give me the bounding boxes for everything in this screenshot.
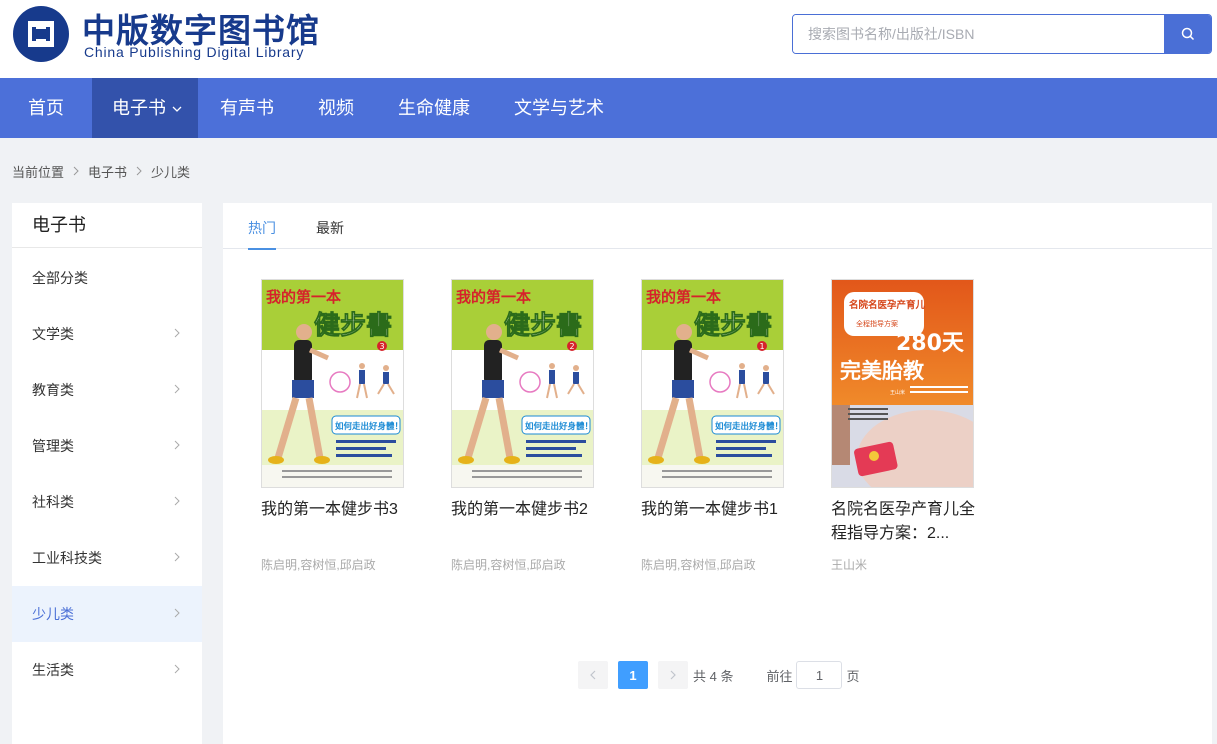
sidebar-item-label: 生活类	[32, 662, 74, 678]
sidebar-item-label: 社科类	[32, 494, 74, 510]
cover-badge: 3	[380, 342, 385, 351]
cover-main-text: 完美胎教	[840, 359, 925, 383]
search-input[interactable]	[793, 15, 1165, 53]
tab-latest[interactable]: 最新	[316, 203, 344, 249]
book-card[interactable]: 我的第一本 健步書 2 如何走出好身體！ 我的第一本健步书2 陈启明,容树恒,邱…	[451, 279, 601, 573]
nav-item-health[interactable]: 生命健康	[398, 78, 470, 138]
sidebar-item-label: 管理类	[32, 438, 74, 454]
sidebar-item-label: 教育类	[32, 382, 74, 398]
sidebar-item-all[interactable]: 全部分类	[12, 250, 202, 306]
cover-badge-text: 全程指导方案	[856, 319, 898, 328]
breadcrumb-label: 当前位置	[12, 164, 65, 180]
sidebar-item-label: 少儿类	[32, 606, 74, 622]
sidebar-item-literature[interactable]: 文学类	[12, 306, 202, 362]
sidebar-item-children[interactable]: 少儿类	[12, 586, 202, 642]
cover-top-text: 我的第一本	[646, 288, 721, 306]
book-title[interactable]: 名院名医孕产育儿全程指导方案：2...	[831, 498, 976, 546]
cover-top-text: 我的第一本	[266, 288, 341, 306]
chevron-right-icon	[136, 166, 142, 176]
nav-item-home[interactable]: 首页	[0, 78, 92, 138]
sidebar-item-education[interactable]: 教育类	[12, 362, 202, 418]
library-logo-icon[interactable]	[12, 5, 70, 63]
book-title[interactable]: 我的第一本健步书1	[641, 498, 786, 546]
logo-subtitle: China Publishing Digital Library	[84, 44, 305, 60]
chevron-right-icon	[174, 440, 180, 450]
book-title[interactable]: 我的第一本健步书2	[451, 498, 596, 546]
cover-top-text: 我的第一本	[456, 288, 531, 306]
breadcrumb: 当前位置 电子书 少儿类	[12, 162, 190, 180]
nav-item-audiobooks[interactable]: 有声书	[220, 78, 274, 138]
site-header: 中版数字图书馆 China Publishing Digital Library	[0, 0, 1217, 78]
next-page-button[interactable]	[658, 661, 688, 689]
chevron-right-icon	[174, 496, 180, 506]
breadcrumb-ebooks[interactable]: 电子书	[88, 162, 127, 181]
search-button[interactable]	[1164, 15, 1211, 53]
search-icon	[1181, 27, 1194, 41]
sidebar-title: 电子书	[12, 203, 202, 248]
book-cover[interactable]: 我的第一本 健步書 3 如何走出好身體！	[261, 279, 404, 488]
chevron-right-icon	[174, 608, 180, 618]
cover-badge: 1	[760, 342, 765, 351]
book-cover[interactable]: 名院名医孕产育儿 全程指导方案 280天 完美胎教 王山米	[831, 279, 974, 488]
tab-hot[interactable]: 热门	[248, 203, 276, 250]
nav-item-ebooks[interactable]: 电子书	[92, 78, 198, 138]
chevron-right-icon	[174, 384, 180, 394]
cover-main-number: 280天	[896, 331, 965, 356]
chevron-right-icon	[670, 670, 676, 680]
book-cover[interactable]: 我的第一本 健步書 2 如何走出好身體！	[451, 279, 594, 488]
cover-badge: 2	[570, 342, 575, 351]
sidebar-item-label: 全部分类	[32, 270, 88, 286]
sidebar-item-industry-tech[interactable]: 工业科技类	[12, 530, 202, 586]
book-author: 王山米	[831, 558, 868, 572]
page-number-current[interactable]: 1	[618, 661, 648, 689]
cover-sub-text: 如何走出好身體！	[525, 421, 593, 432]
nav-item-video[interactable]: 视频	[318, 78, 354, 138]
chevron-left-icon	[590, 670, 596, 680]
sidebar-item-label: 文学类	[32, 326, 74, 342]
book-cover[interactable]: 我的第一本 健步書 1 如何走出好身體！	[641, 279, 784, 488]
cover-sub-text: 如何走出好身體！	[335, 421, 403, 432]
breadcrumb-children: 少儿类	[151, 164, 191, 180]
pagination: 1 共 4 条 前往 页	[578, 661, 860, 689]
total-count: 共 4 条	[693, 668, 734, 684]
chevron-right-icon	[73, 166, 79, 176]
book-author: 陈启明,容树恒,邱启政	[261, 558, 376, 572]
book-author: 陈启明,容树恒,邱启政	[451, 558, 566, 572]
cover-author: 王山米	[890, 389, 905, 396]
cover-main-text: 健步書	[504, 310, 582, 341]
book-card[interactable]: 我的第一本 健步書 1 如何走出好身體！ 我的第一本健步书1 陈启明,容树恒,邱…	[641, 279, 791, 573]
sidebar-item-lifestyle[interactable]: 生活类	[12, 642, 202, 698]
chevron-right-icon	[174, 552, 180, 562]
cover-main-text: 健步書	[694, 310, 772, 341]
goto-page-input[interactable]	[796, 661, 843, 689]
nav-item-label: 电子书	[112, 98, 166, 118]
sidebar-item-label: 工业科技类	[32, 550, 102, 566]
cover-top-text: 名院名医孕产育儿	[849, 299, 926, 311]
book-card[interactable]: 我的第一本 健步書 3 如何走出好身體！ 我的第一本健步书3 陈启明,容树恒,邱…	[261, 279, 411, 573]
book-list-panel: 热门 最新 我的第一本 健步書 3 如何走出好身體！ 我的第一本健步书3 陈启明…	[223, 203, 1212, 744]
category-sidebar: 电子书 全部分类 文学类 教育类 管理类 社科类 工业科技类 少儿类 生活类	[12, 203, 202, 744]
page-suffix: 页	[846, 668, 860, 684]
book-title[interactable]: 我的第一本健步书3	[261, 498, 406, 546]
chevron-right-icon	[174, 664, 180, 674]
book-card[interactable]: 名院名医孕产育儿 全程指导方案 280天 完美胎教 王山米 名院名医孕产育儿全程…	[831, 279, 981, 573]
main-nav: 首页 电子书 有声书 视频 生命健康 文学与艺术	[0, 78, 1217, 138]
chevron-right-icon	[174, 328, 180, 338]
sidebar-item-management[interactable]: 管理类	[12, 418, 202, 474]
cover-sub-text: 如何走出好身體！	[715, 421, 783, 432]
search-box	[792, 14, 1212, 54]
chevron-down-icon	[172, 106, 182, 113]
sidebar-item-social-science[interactable]: 社科类	[12, 474, 202, 530]
book-author: 陈启明,容树恒,邱启政	[641, 558, 756, 572]
sort-tabs: 热门 最新	[223, 203, 1212, 250]
nav-item-literature-art[interactable]: 文学与艺术	[514, 78, 604, 138]
cover-main-text: 健步書	[314, 310, 392, 341]
goto-label: 前往	[766, 668, 793, 684]
prev-page-button[interactable]	[578, 661, 608, 689]
